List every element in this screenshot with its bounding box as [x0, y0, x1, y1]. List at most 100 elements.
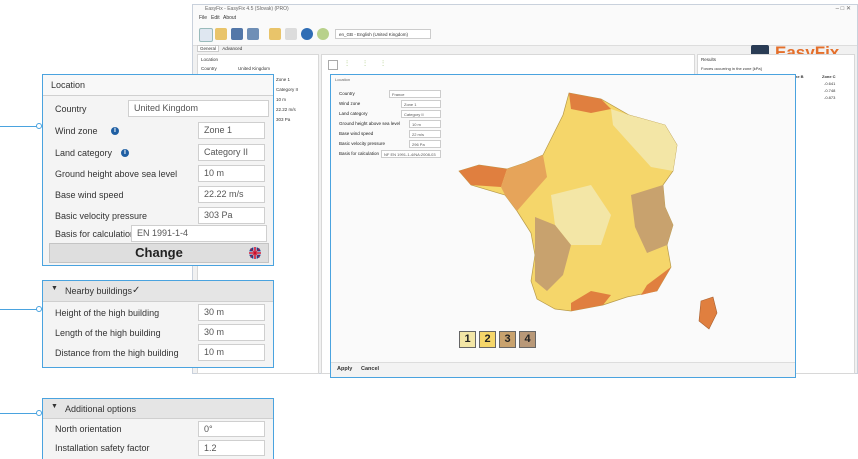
- tab-strip: General Advanced: [197, 45, 244, 52]
- dialog-category-label: Land category: [339, 111, 368, 116]
- window-title: EasyFix - EasyFix 4.5 (Slovak) (PRO): [205, 6, 289, 12]
- high-building-length-value: 30 m: [204, 327, 225, 337]
- ground-height-label: Ground height above sea level: [55, 169, 178, 179]
- new-file-icon[interactable]: [199, 28, 213, 42]
- high-building-distance-label: Distance from the high building: [55, 348, 179, 358]
- wind-zone-field[interactable]: Zone 1: [198, 122, 265, 139]
- dialog-title: Location: [335, 77, 351, 82]
- location-card-title: Location: [51, 80, 86, 90]
- basis-field[interactable]: EN 1991-1-4: [131, 225, 267, 242]
- dialog-zone-value: Zone 1: [404, 102, 417, 107]
- additional-options-card: ▼ Additional options North orientation 0…: [42, 398, 274, 459]
- chart-v-icon[interactable]: ⫶: [346, 59, 356, 69]
- dialog-country-value: France: [392, 92, 405, 97]
- dialog-speed-input[interactable]: 22 m/s: [409, 130, 441, 138]
- base-wind-field[interactable]: 22.22 m/s: [198, 186, 265, 203]
- north-orientation-field[interactable]: 0°: [198, 421, 265, 437]
- collapse-arrow-icon[interactable]: ▼: [51, 403, 58, 410]
- high-building-distance-value: 10 m: [204, 347, 225, 357]
- results-col-c: Zone C: [822, 74, 836, 79]
- basis-label: Basis for calculation: [55, 229, 136, 239]
- nearby-buildings-header[interactable]: ▼ Nearby buildings ✓: [43, 281, 273, 302]
- leader-line: [0, 126, 40, 127]
- dialog-height-input[interactable]: 10 m: [409, 120, 441, 128]
- wind-zone-info-icon[interactable]: i: [111, 127, 119, 135]
- menu-file[interactable]: File: [199, 15, 207, 21]
- tab-general[interactable]: General: [197, 45, 220, 52]
- dialog-country-select[interactable]: France: [389, 90, 441, 98]
- save-as-icon[interactable]: [247, 28, 259, 40]
- france-zone-4-brittany: [459, 165, 507, 187]
- high-building-length-field[interactable]: 30 m: [198, 324, 265, 341]
- left-pressure-value: 303 Pa: [276, 117, 291, 122]
- location-card-header: Location: [43, 75, 273, 96]
- base-wind-label: Base wind speed: [55, 190, 124, 200]
- chart-p-icon[interactable]: ⫶: [382, 59, 392, 69]
- ground-height-field[interactable]: 10 m: [198, 165, 265, 182]
- results-section: Forces occurring in the zone [kPa]: [701, 66, 762, 71]
- view-icon[interactable]: [328, 60, 338, 70]
- high-building-length-label: Length of the high building: [55, 328, 161, 338]
- country-field[interactable]: United Kingdom: [128, 100, 269, 117]
- pressure-field[interactable]: 303 Pa: [198, 207, 265, 224]
- dialog-basis-select[interactable]: NF EN 1991-1-4/NA:2008-03: [381, 150, 441, 158]
- dialog-zone-select[interactable]: Zone 1: [401, 100, 441, 108]
- wind-zone-label: Wind zone: [55, 126, 98, 136]
- land-category-info-icon[interactable]: i: [121, 149, 129, 157]
- results-value: -0.748: [824, 88, 836, 93]
- france-wind-map[interactable]: [451, 85, 731, 335]
- cancel-button[interactable]: Cancel: [361, 366, 379, 372]
- dialog-height-label: Ground height above sea level: [339, 121, 401, 126]
- dialog-pressure-input[interactable]: 296 Pa: [409, 140, 441, 148]
- safety-factor-field[interactable]: 1.2: [198, 440, 265, 456]
- results-tab[interactable]: Results: [701, 57, 716, 62]
- save-icon[interactable]: [231, 28, 243, 40]
- dialog-category-select[interactable]: Category II: [401, 110, 441, 118]
- high-building-height-field[interactable]: 30 m: [198, 304, 265, 321]
- chart-h-icon[interactable]: ⫶: [364, 59, 374, 69]
- apply-button[interactable]: Apply: [337, 366, 352, 372]
- land-category-label: Land category: [55, 148, 113, 158]
- zone-badge-3: 3: [499, 331, 516, 348]
- left-zone-value: Zone 1: [276, 77, 291, 82]
- land-category-value: Category II: [204, 147, 249, 157]
- country-label: Country: [55, 104, 87, 114]
- dialog-speed-label: Base wind speed: [339, 131, 374, 136]
- menu-about[interactable]: About: [223, 15, 236, 21]
- left-category-value: Category II: [276, 87, 299, 92]
- open-folder-icon[interactable]: [215, 28, 227, 40]
- settings-icon[interactable]: [317, 28, 329, 40]
- pressure-value: 303 Pa: [204, 210, 233, 220]
- high-building-height-label: Height of the high building: [55, 308, 160, 318]
- high-building-distance-field[interactable]: 10 m: [198, 344, 265, 361]
- land-category-field[interactable]: Category II: [198, 144, 265, 161]
- base-wind-value: 22.22 m/s: [204, 189, 244, 199]
- export-icon[interactable]: [269, 28, 281, 40]
- wind-zone-value: Zone 1: [204, 125, 233, 135]
- window-controls-icon[interactable]: – □ ✕: [836, 5, 851, 12]
- dialog-pressure-value: 296 Pa: [412, 142, 425, 147]
- collapse-arrow-icon[interactable]: ▼: [51, 285, 58, 292]
- additional-options-header[interactable]: ▼ Additional options: [43, 399, 273, 419]
- info-icon[interactable]: [301, 28, 313, 40]
- change-button[interactable]: Change: [49, 243, 269, 263]
- tab-advanced[interactable]: Advanced: [220, 46, 244, 51]
- country-value: United Kingdom: [134, 103, 199, 113]
- nearby-buildings-checkbox[interactable]: ✓: [132, 285, 140, 296]
- uk-flag-icon: [249, 247, 261, 259]
- additional-options-title: Additional options: [65, 404, 137, 414]
- north-orientation-label: North orientation: [55, 424, 122, 434]
- zone-badge-4: 4: [519, 331, 536, 348]
- dialog-speed-value: 22 m/s: [412, 132, 425, 137]
- left-country-label: Country: [201, 66, 217, 71]
- toolbar: en_GB - English (United Kingdom) EasyFix: [193, 23, 857, 62]
- zone-badge-1: 1: [459, 331, 476, 348]
- title-bar: EasyFix - EasyFix 4.5 (Slovak) (PRO) – □…: [193, 5, 857, 14]
- left-speed-value: 22.22 m/s: [276, 107, 296, 112]
- language-select[interactable]: en_GB - English (United Kingdom): [335, 29, 431, 39]
- dialog-category-value: Category II: [404, 112, 424, 117]
- menu-bar: File Edit About: [193, 14, 857, 23]
- print-icon[interactable]: [285, 28, 297, 40]
- leader-line: [0, 413, 40, 414]
- menu-edit[interactable]: Edit: [211, 15, 220, 21]
